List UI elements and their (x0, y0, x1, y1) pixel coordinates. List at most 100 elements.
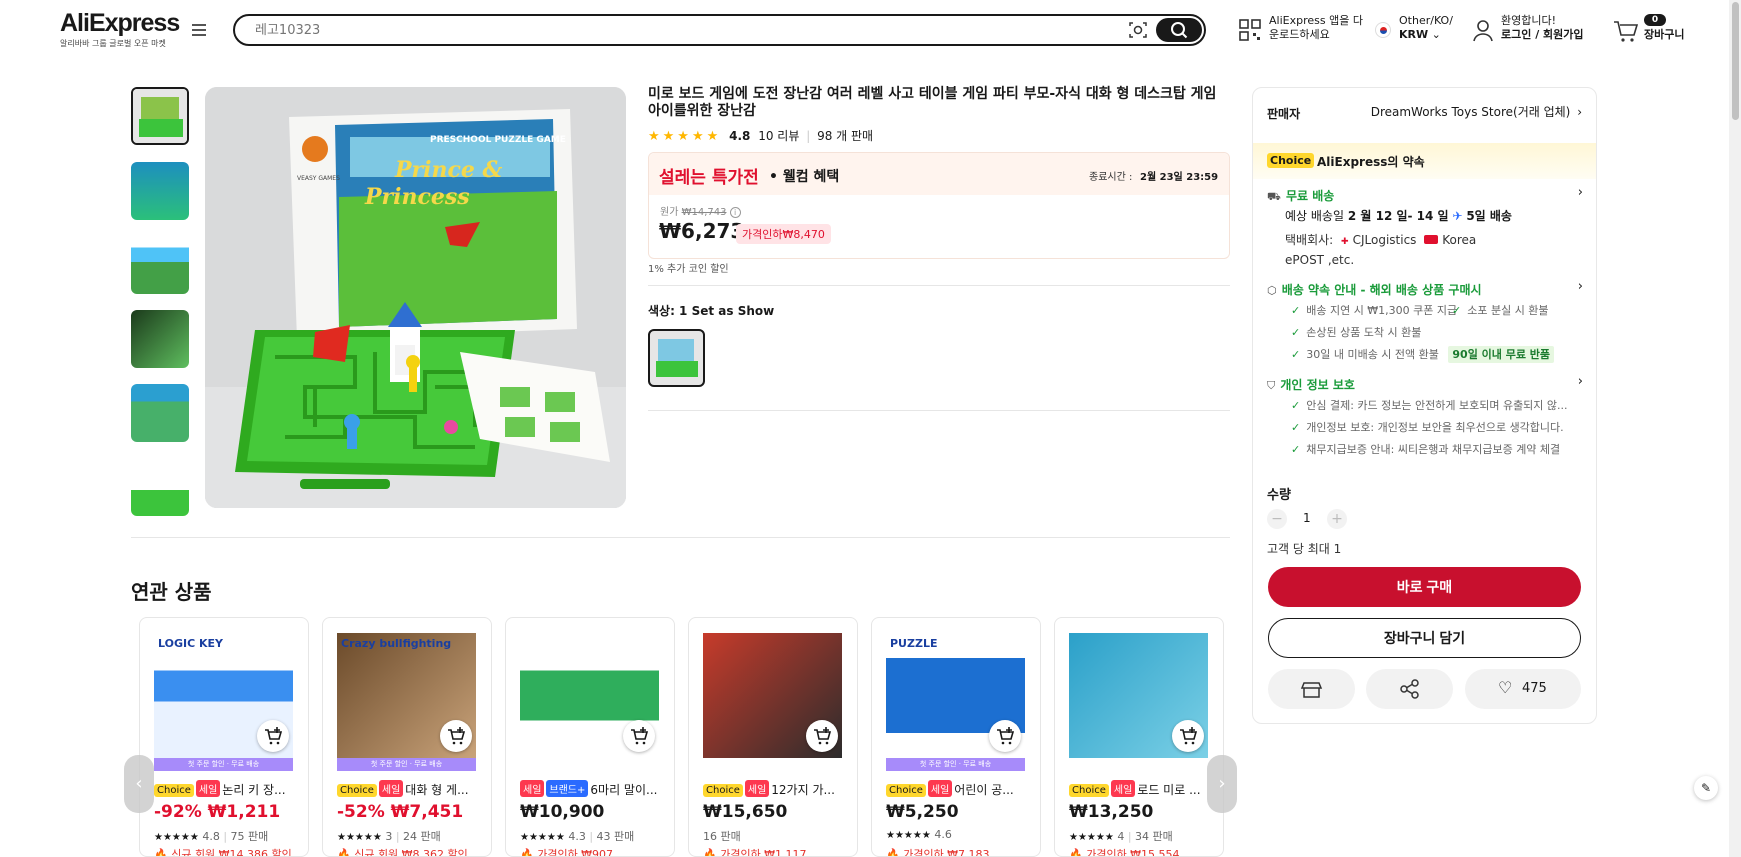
quantity-increase-button[interactable]: + (1327, 509, 1347, 529)
thumbnail-3[interactable] (131, 236, 189, 294)
end-time-label: 종료시간 : (1089, 172, 1133, 183)
product-card-discount: 🔥 가격인하 ₩15,554 (1069, 846, 1180, 856)
seller-name: DreamWorks Toys Store(거래 업체) (1370, 105, 1571, 119)
product-card-title: 어린이 공... (954, 783, 1014, 797)
thumbnail-4[interactable] (131, 310, 189, 368)
store-button[interactable] (1268, 669, 1355, 709)
carousel-next-button[interactable]: › (1207, 755, 1237, 813)
region-line1: Other/KO/ (1399, 14, 1453, 27)
add-to-cart-icon[interactable] (806, 720, 838, 752)
add-to-cart-button[interactable]: 장바구니 담기 (1268, 618, 1581, 658)
product-card-name[interactable]: Choice 세일 어린이 공... (886, 780, 1031, 798)
product-card-name[interactable]: Choice 세일 로드 미로 ... (1069, 780, 1214, 798)
free-shipping-label: 무료 배송 (1285, 189, 1335, 203)
korea-post-icon (1424, 235, 1439, 244)
original-price-label: 원가 (660, 207, 679, 218)
add-to-cart-icon[interactable] (989, 720, 1021, 752)
product-card[interactable]: 세일 브랜드+ 6마리 말이... ₩10,900 ★★★★★ 4.3 | 43 판매 🔥… (505, 617, 675, 857)
product-card[interactable]: Choice 세일 로드 미로 ... ₩13,250 ★★★★★ 4 | 34 판매 🔥… (1054, 617, 1224, 857)
product-card-title: 로드 미로 ... (1137, 783, 1201, 797)
product-card-meta: ★★★★★ 3 | 24 판매 (337, 830, 441, 843)
wishlist-button[interactable]: ♡ 475 (1465, 669, 1581, 709)
welcome-text: 환영합니다! (1501, 14, 1557, 27)
color-option-swatch[interactable] (648, 329, 705, 387)
shipping-banner: 첫 주문 할인 · 무료 배송 (154, 758, 293, 771)
guarantee-item: ✓ 소포 분실 시 환불 (1452, 304, 1549, 317)
scrollbar[interactable] (1729, 0, 1741, 857)
aliexpress-logo[interactable]: AliExpress 알리바바 그룹 글로벌 오픈 마켓 (60, 10, 180, 49)
product-card-title: 12가지 가... (771, 783, 835, 797)
add-to-cart-icon[interactable] (1172, 720, 1204, 752)
privacy-item: ✓ 안심 결제: 카드 정보는 안전하게 보호되며 유출되지 않... (1291, 399, 1568, 412)
info-icon[interactable]: i (729, 207, 741, 218)
logo-subtitle: 알리바바 그룹 글로벌 오픈 마켓 (60, 39, 166, 48)
product-card-discount-text: 가격인하 ₩7,183 (903, 848, 990, 857)
shield-icon: ⬡ (1267, 284, 1277, 297)
quantity-decrease-button[interactable]: − (1267, 509, 1287, 529)
product-card-name[interactable]: 세일 브랜드+ 6마리 말이... (520, 780, 665, 798)
product-tag: 세일 (378, 780, 404, 797)
add-to-cart-icon[interactable] (623, 720, 655, 752)
thumbnail-2[interactable] (131, 162, 189, 220)
product-card[interactable]: Choice 세일 12가지 가... ₩15,650 16 판매 🔥 가격인하 ₩1,1… (688, 617, 858, 857)
discount-badge: 가격인하₩8,470 (736, 224, 831, 244)
user-icon[interactable] (1472, 19, 1494, 43)
thumbnail-6[interactable] (131, 458, 189, 516)
product-photo: PRESCHOOL PUZZLE GAME Prince & Princess … (205, 87, 626, 508)
edit-icon[interactable]: ✎ (1694, 776, 1718, 800)
guarantee-text: 30일 내 미배송 시 전액 환불 (1306, 348, 1439, 361)
star-rating-icon: ★★★★★ (1069, 832, 1114, 843)
main-product-image[interactable]: PRESCHOOL PUZZLE GAME Prince & Princess … (205, 87, 626, 508)
cart-label[interactable]: 장바구니 (1644, 28, 1684, 42)
product-title: 미로 보드 게임에 도전 장난감 여러 레벨 사고 테이블 게임 파티 부모-자… (648, 86, 1217, 119)
product-card-meta: ★★★★★ 4.3 | 43 판매 (520, 830, 635, 843)
buy-now-button[interactable]: 바로 구매 (1268, 567, 1581, 607)
product-card-name[interactable]: Choice 세일 12가지 가... (703, 780, 848, 798)
image-search-icon[interactable] (1128, 21, 1148, 39)
seller-link[interactable]: DreamWorks Toys Store(거래 업체) › (1371, 103, 1582, 120)
quantity-label: 수량 (1267, 488, 1291, 503)
product-card[interactable]: Crazy bullfighting 첫 주문 할인 · 무료 배송 Choice 세… (322, 617, 492, 857)
qr-icon[interactable] (1238, 18, 1262, 42)
original-price: ₩14,743 (681, 207, 727, 218)
region-currency-selector[interactable]: Other/KO/ KRW ⌄ (1399, 14, 1453, 42)
guarantee-item: ✓ 손상된 상품 도착 시 환불 (1291, 326, 1422, 339)
divider (648, 410, 1230, 411)
guarantee-text: 배송 지연 시 ₩1,300 쿠폰 지급 (1306, 304, 1458, 317)
product-card-name[interactable]: Choice 세일 논리 키 장... (154, 780, 299, 798)
thumbnail-5[interactable] (131, 384, 189, 442)
search-input[interactable] (255, 21, 1105, 39)
free-shipping-row[interactable]: ⛟ 무료 배송 › (1267, 185, 1583, 203)
quantity-value[interactable]: 1 (1303, 511, 1311, 525)
shipping-banner: 첫 주문 할인 · 무료 배송 (337, 758, 476, 771)
star-rating-icon: ★★★★★ (648, 129, 722, 144)
end-time-value: 2월 23일 23:59 (1140, 172, 1219, 183)
product-card[interactable]: PUZZLE 첫 주문 할인 · 무료 배송 Choice 세일 어린이 공... ₩5,… (871, 617, 1041, 857)
review-count[interactable]: 10 리뷰 (758, 129, 799, 143)
guarantee-text: 손상된 상품 도착 시 환불 (1306, 326, 1422, 339)
product-card-image-text: Crazy bullfighting (341, 637, 452, 650)
search-button[interactable] (1156, 18, 1202, 42)
promo-banner: 설레는 특가전 • 웰컴 혜택 종료시간 : 2월 23일 23:59 (649, 153, 1229, 195)
delivery-guarantee-row[interactable]: ⬡ 배송 약속 안내 - 해외 배송 상품 구매시 › (1267, 279, 1583, 297)
product-card-meta: ★★★★★ 4 | 34 판매 (1069, 830, 1173, 843)
cart-count-badge: 0 (1644, 14, 1666, 26)
share-button[interactable] (1366, 669, 1453, 709)
cj-logo-icon: ✚ (1341, 237, 1349, 247)
product-tag: 세일 (927, 780, 953, 797)
thumbnail-1[interactable] (131, 87, 189, 145)
box-banner-text: PRESCHOOL PUZZLE GAME (430, 135, 566, 145)
account-link[interactable]: 환영합니다! 로그인 / 회원가입 (1501, 14, 1584, 42)
carousel-prev-button[interactable]: ‹ (124, 755, 154, 813)
add-to-cart-icon[interactable] (257, 720, 289, 752)
guarantee-text: 소포 분실 시 환불 (1467, 304, 1549, 317)
add-to-cart-icon[interactable] (440, 720, 472, 752)
product-tag: Choice (1069, 784, 1109, 797)
privacy-row[interactable]: ⛉ 개인 정보 보호 › (1267, 374, 1583, 392)
product-card[interactable]: LOGIC KEY 첫 주문 할인 · 무료 배송 Choice 세일 논리 키 장..… (139, 617, 309, 857)
chevron-right-icon: › (1577, 279, 1583, 294)
product-card-name[interactable]: Choice 세일 대화 형 게... (337, 780, 482, 798)
menu-icon[interactable] (192, 24, 206, 36)
app-download-link[interactable]: AliExpress 앱을 다 운로드하세요 (1269, 14, 1363, 42)
cart-icon[interactable] (1613, 19, 1639, 43)
